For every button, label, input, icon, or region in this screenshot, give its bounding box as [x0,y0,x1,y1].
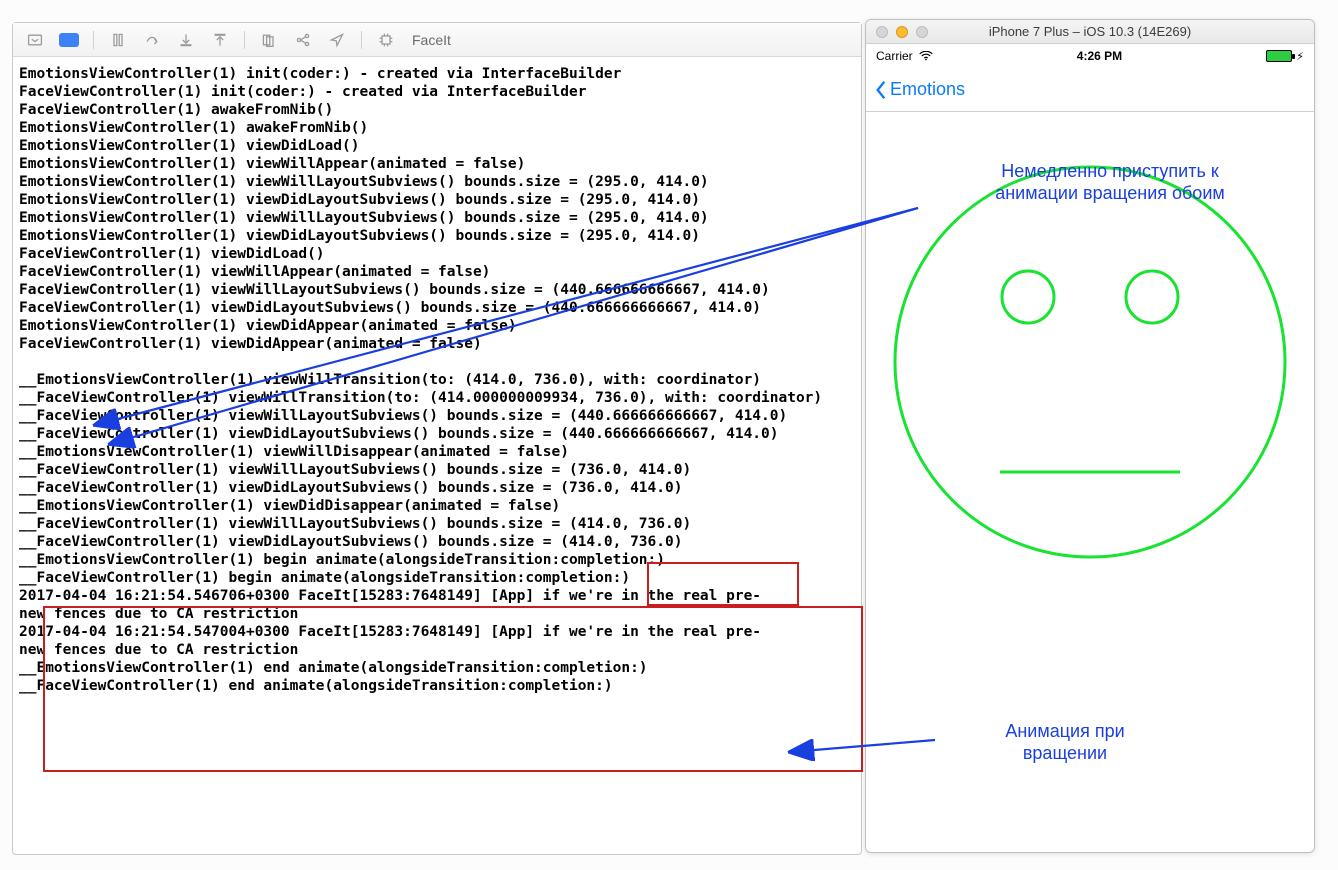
back-button[interactable]: Emotions [874,79,965,100]
charging-icon: ⚡︎ [1296,50,1304,63]
simulator-titlebar[interactable]: iPhone 7 Plus – iOS 10.3 (14E269) [866,20,1314,44]
console-toolbar: FaceIt [13,23,861,57]
step-over-icon[interactable] [138,28,166,52]
scheme-name[interactable]: FaceIt [406,32,451,48]
ios-navbar: Emotions [866,68,1314,112]
processor-icon[interactable] [372,28,400,52]
chevron-left-icon [874,80,888,100]
step-out-icon[interactable] [206,28,234,52]
step-into-icon[interactable] [172,28,200,52]
simulator-title: iPhone 7 Plus – iOS 10.3 (14E269) [866,24,1314,39]
carrier-label: Carrier [876,49,913,63]
memory-graph-icon[interactable] [289,28,317,52]
back-label: Emotions [890,79,965,100]
annotation-top: Немедленно приступить к анимации вращени… [920,160,1300,204]
battery-icon [1266,50,1292,62]
pause-icon[interactable] [104,28,132,52]
divider [244,31,245,49]
ios-status-bar: Carrier 4:26 PM ⚡︎ [866,44,1314,68]
location-icon[interactable] [323,28,351,52]
xcode-console-panel: FaceIt EmotionsViewController(1) init(co… [12,22,862,855]
face-drawing [890,152,1290,572]
tag-icon[interactable] [55,28,83,52]
annotation-bottom: Анимация при вращении [940,720,1190,764]
console-output[interactable]: EmotionsViewController(1) init(coder:) -… [13,57,861,854]
wifi-icon [919,51,933,61]
view-debug-icon[interactable] [255,28,283,52]
dropdown-icon[interactable] [21,28,49,52]
divider [93,31,94,49]
status-time: 4:26 PM [1077,49,1122,63]
divider [361,31,362,49]
